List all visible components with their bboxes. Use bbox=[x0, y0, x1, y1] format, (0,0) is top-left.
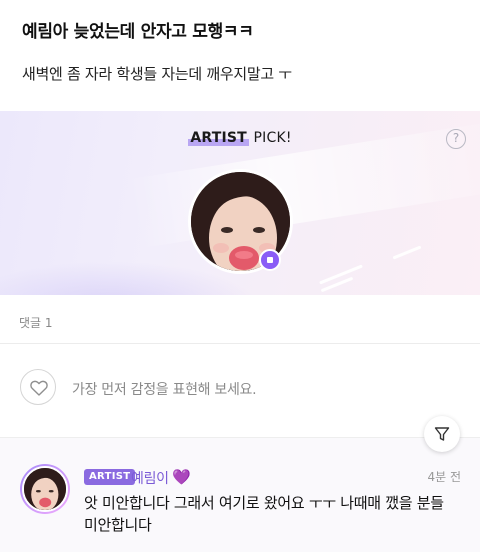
artist-pick-banner: ARTIST PICK! ? bbox=[0, 111, 480, 295]
purple-heart-icon: 💜 bbox=[172, 468, 191, 486]
filter-button[interactable] bbox=[424, 416, 460, 452]
artist-tag: ARTIST bbox=[84, 469, 136, 485]
question-circle-icon[interactable]: ? bbox=[446, 129, 466, 149]
commenter-avatar[interactable] bbox=[20, 464, 70, 514]
comment-count: 댓글 1 bbox=[19, 316, 53, 330]
post-body: 새벽엔 좀 자라 학생들 자는데 깨우지말고 ㅜ bbox=[22, 65, 292, 83]
artist-pick-title-artist: ARTIST bbox=[188, 130, 249, 146]
comment-item: ARTIST 예림이 💜 4분 전 앗 미안합니다 그래서 여기로 왔어요 ㅜㅜ… bbox=[0, 437, 480, 552]
artist-pick-title: ARTIST PICK! bbox=[0, 130, 480, 146]
banner-streak bbox=[392, 245, 422, 260]
artist-pick-title-pick: PICK! bbox=[248, 130, 292, 146]
artist-badge-icon bbox=[259, 249, 281, 271]
post-title: 예림아 늦었는데 안자고 모행ㅋㅋ bbox=[22, 22, 254, 42]
comment-text: 앗 미안합니다 그래서 여기로 왔어요 ㅜㅜ 나때매 깼을 분들 미안합니다 bbox=[84, 494, 444, 534]
heart-outline-icon[interactable] bbox=[20, 369, 56, 405]
comment-time: 4분 전 bbox=[427, 470, 461, 484]
filter-funnel-icon bbox=[434, 427, 450, 441]
comment-author[interactable]: 예림이 bbox=[131, 468, 169, 488]
avatar-photo bbox=[24, 468, 66, 510]
reaction-row[interactable]: 가장 먼저 감정을 표현해 보세요. bbox=[0, 344, 480, 432]
reaction-prompt[interactable]: 가장 먼저 감정을 표현해 보세요. bbox=[72, 379, 257, 399]
